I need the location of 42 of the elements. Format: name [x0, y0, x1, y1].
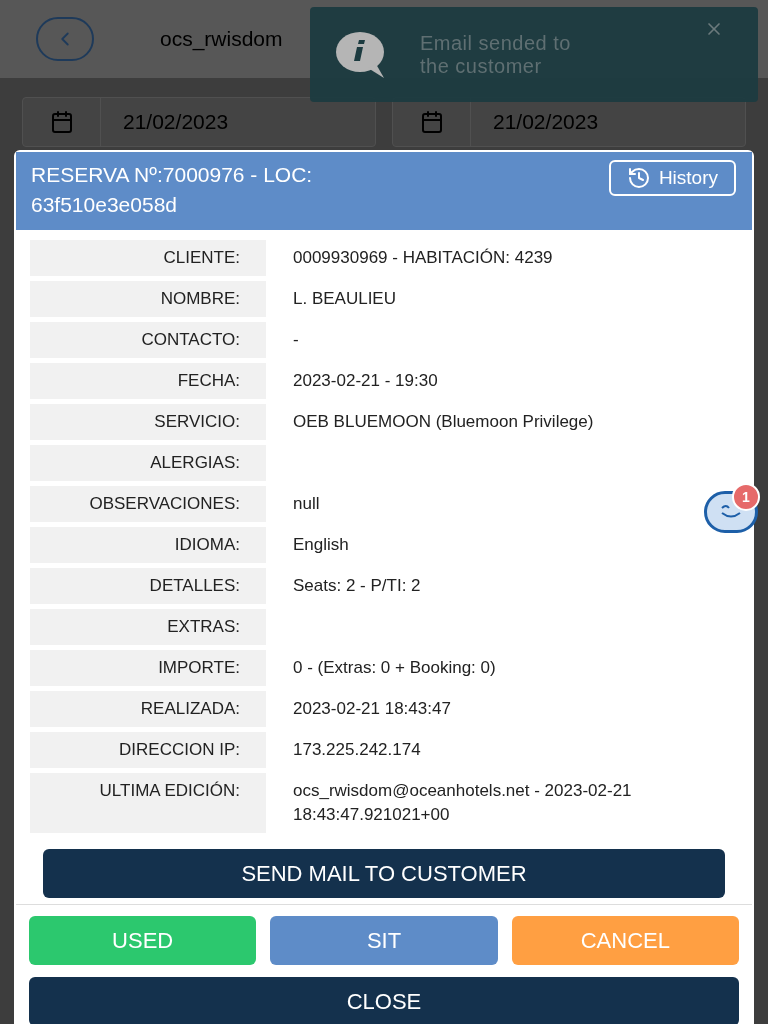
- history-icon: [626, 166, 651, 190]
- field-value: ocs_rwisdom@oceanhotels.net - 2023-02-21 18:43:47.921021+00: [292, 780, 633, 826]
- field-value: -: [292, 329, 300, 351]
- date-field[interactable]: 21/02/2023: [22, 97, 376, 147]
- toast-message: Email sended to the customer: [420, 31, 572, 78]
- calendar-icon: [49, 110, 74, 134]
- calendar-icon: [419, 110, 444, 134]
- field-value: 2023-02-21 - 19:30: [292, 370, 439, 392]
- close-button[interactable]: CLOSE: [29, 977, 739, 1024]
- date-value: 21/02/2023: [492, 109, 599, 136]
- field-value: null: [292, 493, 321, 515]
- field-value: 173.225.242.174: [292, 739, 422, 761]
- field-label: IDIOMA:: [30, 527, 266, 563]
- field-value: 2023-02-21 18:43:47: [292, 698, 452, 720]
- action-button[interactable]: SIT: [270, 916, 498, 965]
- back-button[interactable]: [36, 17, 94, 61]
- field-label: REALIZADA:: [30, 691, 266, 727]
- action-button[interactable]: CANCEL: [511, 916, 739, 965]
- field-label: CLIENTE:: [30, 240, 266, 276]
- field-label: SERVICIO:: [30, 404, 266, 440]
- field-label: OBSERVACIONES:: [30, 486, 266, 522]
- history-button[interactable]: History: [608, 160, 736, 196]
- field-label: EXTRAS:: [30, 609, 266, 645]
- field-label: CONTACTO:: [30, 322, 266, 358]
- action-button[interactable]: USED: [29, 916, 257, 965]
- send-mail-button[interactable]: SEND MAIL TO CUSTOMER: [43, 849, 725, 898]
- field-label: IMPORTE:: [30, 650, 266, 686]
- field-label: FECHA:: [30, 363, 266, 399]
- field-value: OEB BLUEMOON (Bluemoon Privilege): [292, 411, 595, 433]
- field-label: ALERGIAS:: [30, 445, 266, 481]
- field-label: ULTIMA EDICIÓN:: [30, 773, 266, 833]
- modal-title: RESERVA Nº:7000976 - LOC: 63f510e3e058d: [31, 162, 314, 218]
- field-label: DIRECCION IP:: [30, 732, 266, 768]
- field-label: DETALLES:: [30, 568, 266, 604]
- field-value: English: [292, 534, 350, 556]
- field-value: 0009930969 - HABITACIÓN: 4239: [292, 247, 554, 269]
- field-value: L. BEAULIEU: [292, 288, 397, 310]
- user-email: ocs_rwisdom: [160, 26, 283, 53]
- field-value: Seats: 2 - P/TI: 2: [292, 575, 422, 597]
- date-value: 21/02/2023: [122, 109, 229, 136]
- field-label: NOMBRE:: [30, 281, 266, 317]
- field-value: 0 - (Extras: 0 + Booking: 0): [292, 657, 497, 679]
